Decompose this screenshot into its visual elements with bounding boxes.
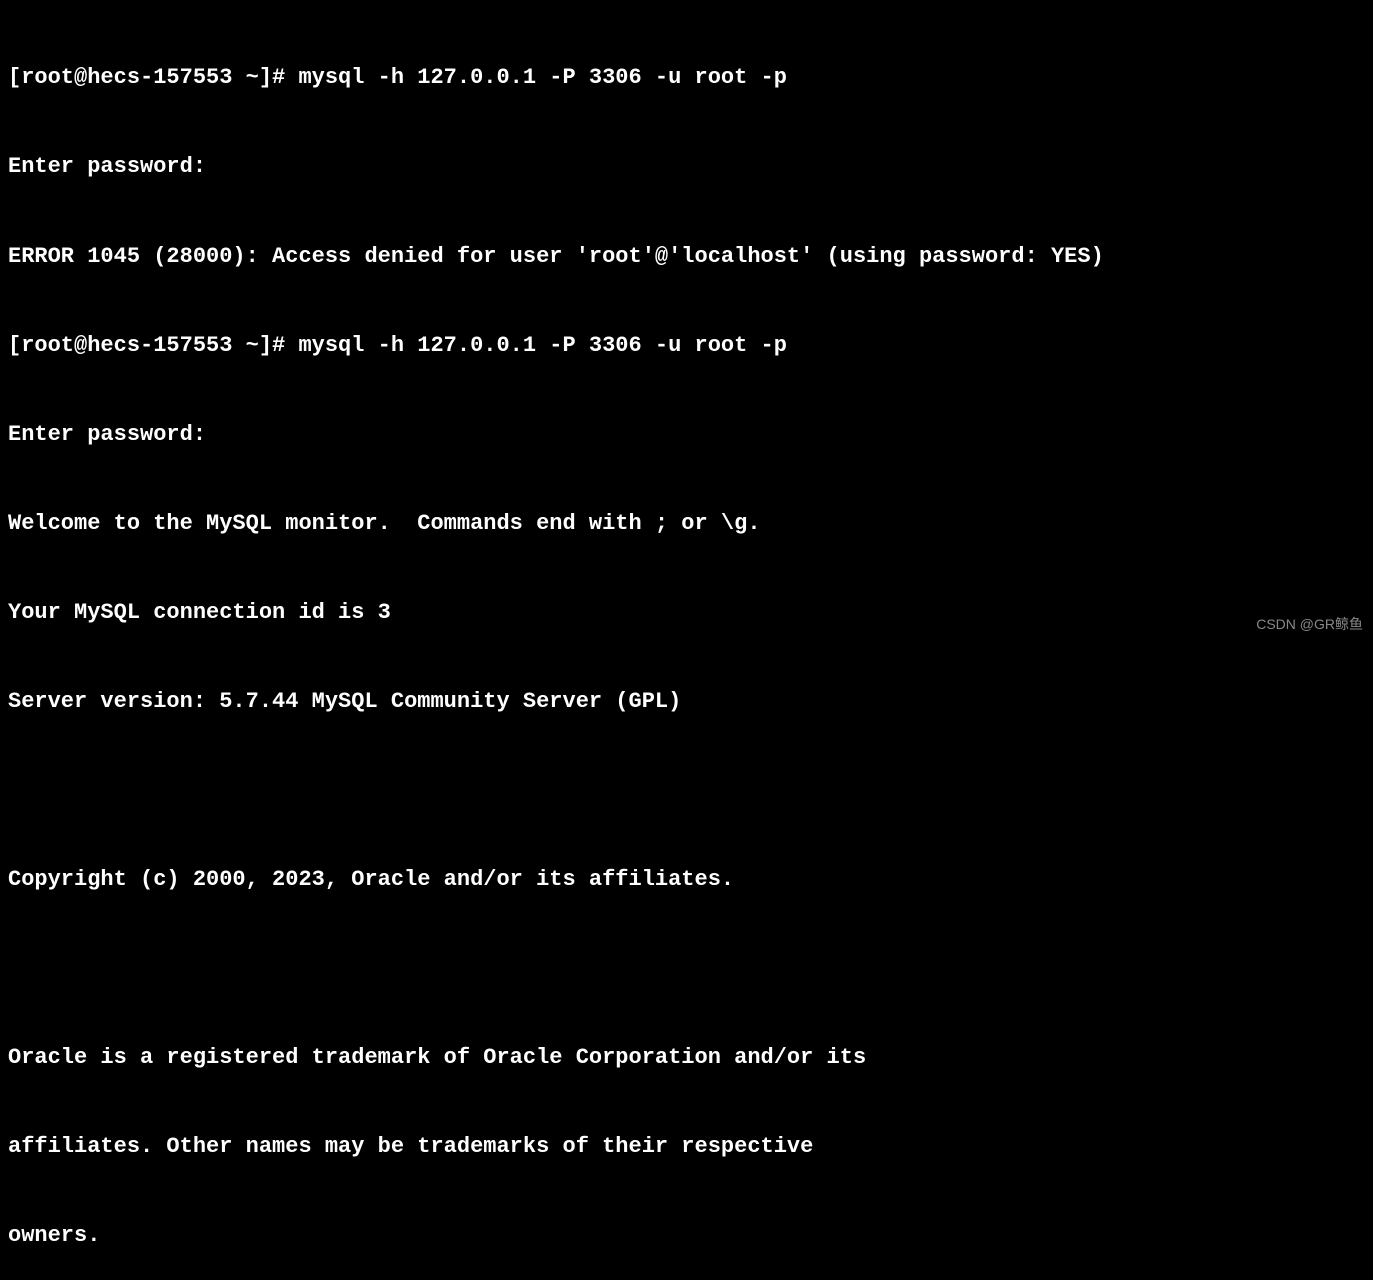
terminal-line	[8, 954, 1365, 984]
terminal-line: ERROR 1045 (28000): Access denied for us…	[8, 242, 1365, 272]
terminal-line: owners.	[8, 1221, 1365, 1251]
terminal-line: [root@hecs-157553 ~]# mysql -h 127.0.0.1…	[8, 331, 1365, 361]
terminal-line: Enter password:	[8, 152, 1365, 182]
terminal-line: Enter password:	[8, 420, 1365, 450]
terminal-line: Welcome to the MySQL monitor. Commands e…	[8, 509, 1365, 539]
terminal-line: Server version: 5.7.44 MySQL Community S…	[8, 687, 1365, 717]
terminal-line: [root@hecs-157553 ~]# mysql -h 127.0.0.1…	[8, 63, 1365, 93]
terminal-line	[8, 776, 1365, 806]
watermark: CSDN @GR鲸鱼	[1256, 615, 1363, 634]
terminal-line: Copyright (c) 2000, 2023, Oracle and/or …	[8, 865, 1365, 895]
terminal-line: Oracle is a registered trademark of Orac…	[8, 1043, 1365, 1073]
terminal-line: Your MySQL connection id is 3	[8, 598, 1365, 628]
terminal-line: affiliates. Other names may be trademark…	[8, 1132, 1365, 1162]
terminal-output[interactable]: [root@hecs-157553 ~]# mysql -h 127.0.0.1…	[8, 4, 1365, 1280]
